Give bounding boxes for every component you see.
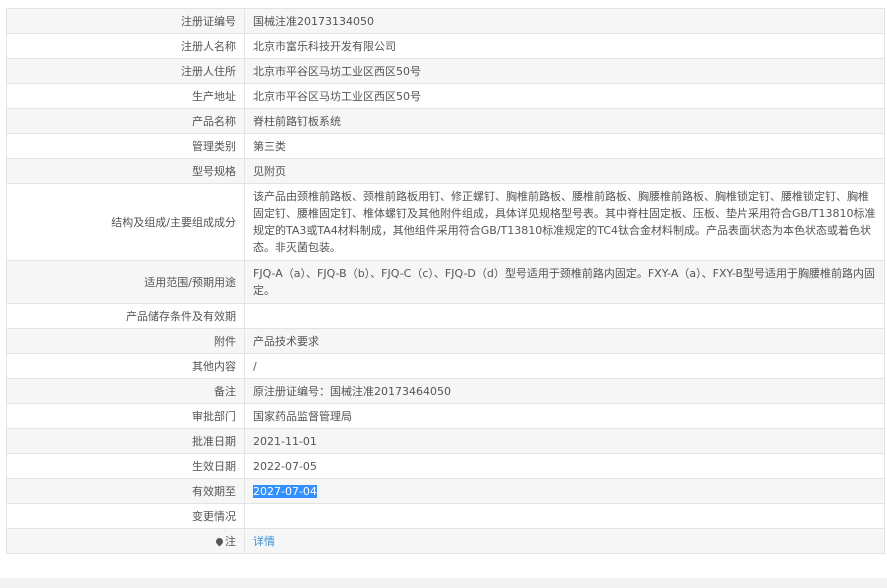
value-valid-until[interactable]: 2027-07-04 <box>253 484 317 498</box>
row-registrant-address: 注册人住所 北京市平谷区马坊工业区西区50号 <box>6 58 885 84</box>
value-registrant-name: 北京市富乐科技开发有限公司 <box>244 33 885 59</box>
row-registration-number: 注册证编号 国械注准20173134050 <box>6 8 885 34</box>
value-other-content: / <box>244 353 885 379</box>
label-valid-until: 有效期至 <box>6 478 245 504</box>
row-valid-until: 有效期至 2027-07-04 <box>6 478 885 504</box>
label-management-category: 管理类别 <box>6 133 245 159</box>
value-registration-number: 国械注准20173134050 <box>244 8 885 34</box>
label-effective-date: 生效日期 <box>6 453 245 479</box>
row-storage-validity: 产品储存条件及有效期 <box>6 303 885 329</box>
row-effective-date: 生效日期 2022-07-05 <box>6 453 885 479</box>
label-registrant-name: 注册人名称 <box>6 33 245 59</box>
registration-table: 注册证编号 国械注准20173134050 注册人名称 北京市富乐科技开发有限公… <box>6 8 885 554</box>
pin-icon <box>214 536 225 546</box>
label-note: 注 <box>225 534 236 548</box>
row-management-category: 管理类别 第三类 <box>6 133 885 159</box>
row-approval-department: 审批部门 国家药品监督管理局 <box>6 403 885 429</box>
value-storage-validity <box>244 303 885 329</box>
value-change-status <box>244 503 885 529</box>
value-structure-composition: 该产品由颈椎前路板、颈椎前路板用钉、修正螺钉、胸椎前路板、腰椎前路板、胸腰椎前路… <box>244 183 885 261</box>
label-registration-number: 注册证编号 <box>6 8 245 34</box>
label-storage-validity: 产品储存条件及有效期 <box>6 303 245 329</box>
value-product-name: 脊柱前路钉板系统 <box>244 108 885 134</box>
value-management-category: 第三类 <box>244 133 885 159</box>
value-intended-use: FJQ-A（a）、FJQ-B（b）、FJQ-C（c）、FJQ-D（d）型号适用于… <box>244 260 885 304</box>
label-product-name: 产品名称 <box>6 108 245 134</box>
row-attachment: 附件 产品技术要求 <box>6 328 885 354</box>
row-model-spec: 型号规格 见附页 <box>6 158 885 184</box>
row-approval-date: 批准日期 2021-11-01 <box>6 428 885 454</box>
label-intended-use: 适用范围/预期用途 <box>6 260 245 304</box>
row-production-address: 生产地址 北京市平谷区马坊工业区西区50号 <box>6 83 885 109</box>
label-remarks: 备注 <box>6 378 245 404</box>
value-model-spec: 见附页 <box>244 158 885 184</box>
label-change-status: 变更情况 <box>6 503 245 529</box>
label-production-address: 生产地址 <box>6 83 245 109</box>
label-approval-date: 批准日期 <box>6 428 245 454</box>
value-approval-date: 2021-11-01 <box>244 428 885 454</box>
row-remarks: 备注 原注册证编号：国械注准20173464050 <box>6 378 885 404</box>
value-approval-department: 国家药品监督管理局 <box>244 403 885 429</box>
value-registrant-address: 北京市平谷区马坊工业区西区50号 <box>244 58 885 84</box>
value-production-address: 北京市平谷区马坊工业区西区50号 <box>244 83 885 109</box>
row-other-content: 其他内容 / <box>6 353 885 379</box>
row-intended-use: 适用范围/预期用途 FJQ-A（a）、FJQ-B（b）、FJQ-C（c）、FJQ… <box>6 260 885 304</box>
label-approval-department: 审批部门 <box>6 403 245 429</box>
value-note-cell: 详情 <box>244 528 885 554</box>
label-other-content: 其他内容 <box>6 353 245 379</box>
row-product-name: 产品名称 脊柱前路钉板系统 <box>6 108 885 134</box>
label-model-spec: 型号规格 <box>6 158 245 184</box>
label-registrant-address: 注册人住所 <box>6 58 245 84</box>
label-structure-composition: 结构及组成/主要组成成分 <box>6 183 245 261</box>
label-attachment: 附件 <box>6 328 245 354</box>
row-registrant-name: 注册人名称 北京市富乐科技开发有限公司 <box>6 33 885 59</box>
value-valid-until-cell: 2027-07-04 <box>244 478 885 504</box>
row-structure-composition: 结构及组成/主要组成成分 该产品由颈椎前路板、颈椎前路板用钉、修正螺钉、胸椎前路… <box>6 183 885 261</box>
row-note: 注 详情 <box>6 528 885 554</box>
row-change-status: 变更情况 <box>6 503 885 529</box>
registration-detail: 注册证编号 国械注准20173134050 注册人名称 北京市富乐科技开发有限公… <box>6 8 885 554</box>
details-link[interactable]: 详情 <box>253 535 275 548</box>
value-attachment: 产品技术要求 <box>244 328 885 354</box>
value-remarks: 原注册证编号：国械注准20173464050 <box>244 378 885 404</box>
label-note-cell: 注 <box>6 528 245 554</box>
bottom-bar <box>0 578 887 588</box>
value-effective-date: 2022-07-05 <box>244 453 885 479</box>
